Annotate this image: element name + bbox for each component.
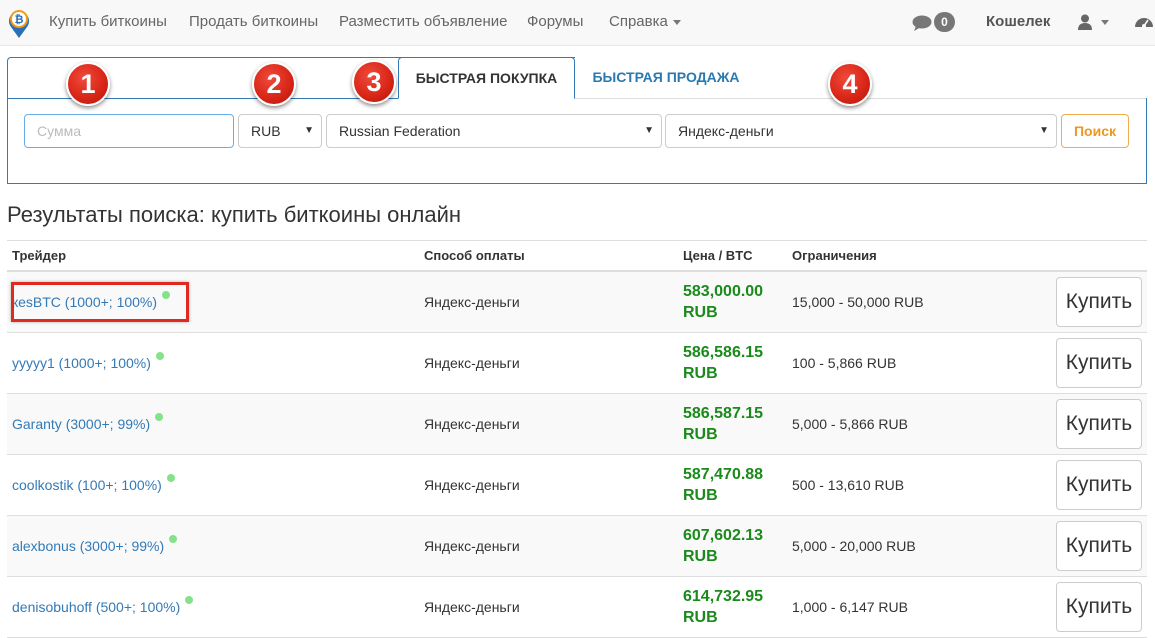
chevron-down-icon bbox=[672, 19, 681, 25]
annotation-marker-3: 3 bbox=[352, 60, 396, 104]
payment-method: Яндекс-деньги bbox=[424, 294, 520, 310]
annotation-marker-4: 4 bbox=[828, 62, 872, 106]
table-row: alexbonus (3000+; 99%) Яндекс-деньги 607… bbox=[7, 516, 1147, 577]
header-price: Цена / BTC bbox=[683, 248, 753, 263]
payment-method: Яндекс-деньги bbox=[424, 599, 520, 615]
trader-name: yyyyy1 (1000+; 100%) bbox=[12, 355, 151, 371]
currency-select-value: RUB bbox=[251, 123, 281, 139]
online-status-icon bbox=[185, 596, 194, 604]
trader-name: coolkostik (100+; 100%) bbox=[12, 477, 162, 493]
price-value: 614,732.95 bbox=[683, 588, 764, 605]
online-status-icon bbox=[155, 413, 164, 421]
buy-button[interactable]: Купить bbox=[1056, 277, 1142, 327]
buy-button[interactable]: Купить bbox=[1056, 521, 1142, 571]
trader-link[interactable]: alexbonus (3000+; 99%) bbox=[12, 516, 178, 576]
trader-link[interactable]: denisobuhoff (500+; 100%) bbox=[12, 577, 194, 637]
tab-quick-buy[interactable]: БЫСТРАЯ ПОКУПКА bbox=[398, 57, 575, 99]
annotation-marker-2: 2 bbox=[252, 62, 296, 106]
payment-method: Яндекс-деньги bbox=[424, 355, 520, 371]
price-currency: RUB bbox=[683, 609, 718, 626]
price: 587,470.88 RUB bbox=[683, 464, 763, 506]
limits: 1,000 - 6,147 RUB bbox=[792, 599, 908, 615]
nav-post-ad[interactable]: Разместить объявление bbox=[339, 0, 507, 46]
nav-sell-bitcoins[interactable]: Продать биткоины bbox=[189, 0, 318, 46]
price-currency: RUB bbox=[683, 365, 718, 382]
country-select[interactable]: Russian Federation ▼ bbox=[326, 114, 662, 148]
select-arrow-icon: ▼ bbox=[644, 125, 654, 136]
nav-wallet[interactable]: Кошелек bbox=[986, 0, 1050, 44]
tab-quick-sell[interactable]: БЫСТРАЯ ПРОДАЖА bbox=[576, 57, 756, 98]
buy-button[interactable]: Купить bbox=[1056, 582, 1142, 632]
price-value: 587,470.88 bbox=[683, 466, 764, 483]
price-value: 586,586.15 bbox=[683, 344, 764, 361]
payment-method-select-value: Яндекс-деньги bbox=[678, 123, 774, 139]
online-status-icon bbox=[155, 352, 164, 360]
nav-buy-bitcoins[interactable]: Купить биткоины bbox=[49, 0, 167, 46]
country-select-value: Russian Federation bbox=[339, 123, 461, 139]
top-navbar: ₿ Купить биткоины Продать биткоины Разме… bbox=[0, 0, 1155, 46]
payment-method: Яндекс-деньги bbox=[424, 538, 520, 554]
online-status-icon bbox=[166, 474, 175, 482]
price: 586,586.15 RUB bbox=[683, 342, 763, 384]
price-value: 607,602.13 bbox=[683, 527, 764, 544]
trader-link[interactable]: Garanty (3000+; 99%) bbox=[12, 394, 164, 454]
payment-method-select[interactable]: Яндекс-деньги ▼ bbox=[665, 114, 1057, 148]
buy-button[interactable]: Купить bbox=[1056, 399, 1142, 449]
amount-input[interactable] bbox=[24, 114, 234, 148]
bitcoin-logo-icon[interactable]: ₿ bbox=[7, 7, 31, 39]
price: 586,587.15 RUB bbox=[683, 403, 763, 445]
price-currency: RUB bbox=[683, 487, 718, 504]
price-value: 586,587.15 bbox=[683, 405, 764, 422]
limits: 500 - 13,610 RUB bbox=[792, 477, 905, 493]
price: 607,602.13 RUB bbox=[683, 525, 763, 567]
user-icon[interactable] bbox=[1078, 14, 1092, 30]
results-title: Результаты поиска: купить биткоины онлай… bbox=[7, 202, 462, 227]
price: 614,732.95 RUB bbox=[683, 586, 763, 628]
table-row: denisobuhoff (500+; 100%) Яндекс-деньги … bbox=[7, 577, 1147, 638]
select-arrow-icon: ▼ bbox=[1039, 125, 1049, 136]
dashboard-icon[interactable] bbox=[1134, 14, 1154, 30]
payment-method: Яндекс-деньги bbox=[424, 416, 520, 432]
buy-button[interactable]: Купить bbox=[1056, 460, 1142, 510]
trader-name: Garanty (3000+; 99%) bbox=[12, 416, 151, 432]
svg-text:₿: ₿ bbox=[15, 13, 24, 26]
price-value: 583,000.00 bbox=[683, 283, 764, 300]
table-row: coolkostik (100+; 100%) Яндекс-деньги 58… bbox=[7, 455, 1147, 516]
nav-forums[interactable]: Форумы bbox=[527, 0, 583, 46]
header-limits: Ограничения bbox=[792, 248, 877, 263]
limits: 5,000 - 20,000 RUB bbox=[792, 538, 916, 554]
trader-link[interactable]: coolkostik (100+; 100%) bbox=[12, 455, 175, 515]
nav-help[interactable]: Справка bbox=[609, 0, 681, 46]
table-header: Трейдер Способ оплаты Цена / BTC Огранич… bbox=[7, 240, 1147, 272]
table-row: yyyyy1 (1000+; 100%) Яндекс-деньги 586,5… bbox=[7, 333, 1147, 394]
price-currency: RUB bbox=[683, 426, 718, 443]
header-payment-method: Способ оплаты bbox=[424, 248, 525, 263]
limits: 5,000 - 5,866 RUB bbox=[792, 416, 908, 432]
highlight-box bbox=[11, 282, 189, 322]
header-trader: Трейдер bbox=[12, 248, 67, 263]
trader-link[interactable]: yyyyy1 (1000+; 100%) bbox=[12, 333, 164, 393]
limits: 15,000 - 50,000 RUB bbox=[792, 294, 924, 310]
chat-bubble-icon[interactable] bbox=[912, 15, 932, 31]
nav-help-label: Справка bbox=[609, 13, 668, 30]
select-arrow-icon: ▼ bbox=[304, 125, 314, 136]
limits: 100 - 5,866 RUB bbox=[792, 355, 897, 371]
annotation-marker-1: 1 bbox=[66, 62, 110, 106]
trader-name: denisobuhoff (500+; 100%) bbox=[12, 599, 181, 615]
price: 583,000.00 RUB bbox=[683, 281, 763, 323]
message-count-badge: 0 bbox=[934, 12, 955, 32]
online-status-icon bbox=[169, 535, 178, 543]
table-row: Garanty (3000+; 99%) Яндекс-деньги 586,5… bbox=[7, 394, 1147, 455]
payment-method: Яндекс-деньги bbox=[424, 477, 520, 493]
buy-button[interactable]: Купить bbox=[1056, 338, 1142, 388]
trader-name: alexbonus (3000+; 99%) bbox=[12, 538, 165, 554]
user-menu-chevron-icon[interactable] bbox=[1101, 20, 1109, 25]
price-currency: RUB bbox=[683, 304, 718, 321]
search-button[interactable]: Поиск bbox=[1061, 114, 1129, 148]
price-currency: RUB bbox=[683, 548, 718, 565]
currency-select[interactable]: RUB ▼ bbox=[238, 114, 322, 148]
